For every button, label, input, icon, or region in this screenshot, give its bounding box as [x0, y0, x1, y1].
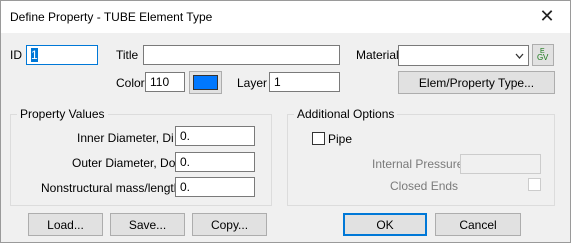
color-label: Color: [116, 76, 145, 90]
color-input[interactable]: 110: [145, 72, 185, 92]
outer-diameter-label: Outer Diameter, Do: [72, 156, 176, 170]
material-label: Material: [356, 48, 399, 62]
inner-diameter-input[interactable]: 0.: [175, 126, 255, 146]
internal-pressure-label: Internal Pressure: [372, 157, 464, 171]
svg-text:V: V: [543, 53, 549, 62]
window-title: Define Property - TUBE Element Type: [10, 10, 213, 24]
material-select[interactable]: [398, 45, 529, 66]
additional-options-title: Additional Options: [294, 107, 398, 121]
inner-diameter-label: Inner Diameter, Di: [77, 131, 174, 145]
nonstructural-mass-input[interactable]: 0.: [175, 177, 255, 197]
chevron-down-icon[interactable]: [515, 49, 524, 63]
define-property-dialog: Define Property - TUBE Element Type ✕ ID…: [0, 0, 571, 243]
material-library-icon: E G V: [535, 46, 551, 65]
cancel-button[interactable]: Cancel: [435, 213, 521, 236]
outer-diameter-input[interactable]: 0.: [175, 152, 255, 172]
layer-input[interactable]: 1: [269, 72, 340, 92]
layer-label: Layer: [237, 76, 268, 90]
copy-button[interactable]: Copy...: [192, 213, 267, 236]
nonstructural-mass-label: Nonstructural mass/length: [41, 181, 181, 195]
id-value: 1: [31, 48, 38, 62]
title-input[interactable]: [143, 45, 340, 65]
elem-property-type-button[interactable]: Elem/Property Type...: [398, 71, 555, 94]
close-icon[interactable]: ✕: [524, 1, 570, 32]
title-bar: Define Property - TUBE Element Type ✕: [1, 1, 570, 33]
title-label: Title: [116, 48, 139, 62]
id-input[interactable]: 1: [26, 45, 98, 65]
property-values-title: Property Values: [17, 107, 108, 121]
id-label: ID: [10, 48, 22, 62]
internal-pressure-input[interactable]: [460, 154, 541, 174]
ok-button[interactable]: OK: [343, 213, 427, 236]
save-button[interactable]: Save...: [110, 213, 185, 236]
load-button[interactable]: Load...: [28, 213, 103, 236]
color-swatch: [193, 75, 218, 90]
pipe-checkbox[interactable]: [312, 132, 325, 145]
closed-ends-label: Closed Ends: [390, 179, 459, 193]
pipe-label: Pipe: [328, 132, 353, 146]
closed-ends-checkbox[interactable]: [528, 178, 541, 191]
color-swatch-button[interactable]: [189, 71, 222, 94]
material-library-button[interactable]: E G V: [532, 44, 554, 66]
